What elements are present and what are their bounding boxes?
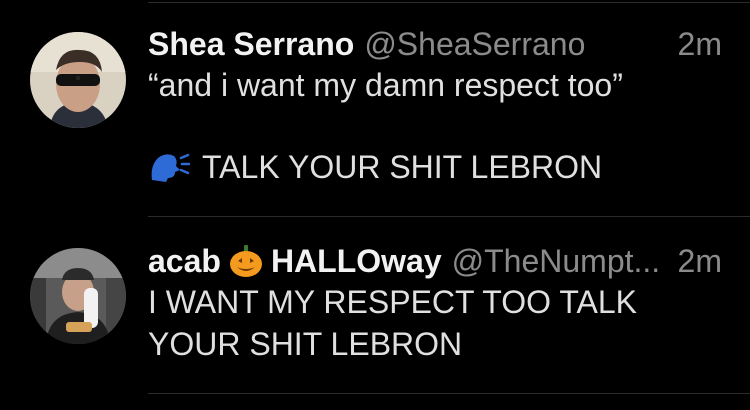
display-name-part-2: HALLOway (270, 243, 442, 279)
avatar-acab-halloway (30, 248, 126, 344)
tweet-text-line-1: I WANT MY RESPECT TOO TALK (148, 284, 638, 320)
tweet-text-line-2-text: TALK YOUR SHIT LEBRON (202, 149, 603, 185)
tweet-2[interactable]: acab HALLOway @TheNumpt... 2m I WANT MY … (0, 217, 750, 393)
timestamp: 2m (677, 243, 722, 279)
bottom-divider (148, 393, 750, 394)
tweet-text-line-1: “and i want my damn respect too” (148, 67, 623, 103)
avatar-shea-serrano (30, 32, 126, 128)
tweet-1[interactable]: Shea Serrano @SheaSerrano 2m “and i want… (0, 0, 750, 216)
tweet-header: Shea Serrano @SheaSerrano 2m (148, 24, 722, 64)
tweet-header: acab HALLOway @TheNumpt... 2m (148, 241, 722, 281)
tweet-text-line-2: YOUR SHIT LEBRON (148, 326, 463, 362)
speaking-head-icon (148, 150, 191, 194)
avatar[interactable] (30, 248, 126, 344)
user-handle[interactable]: @TheNumpt... (452, 241, 668, 281)
timestamp: 2m (677, 26, 722, 62)
tweet-text-line-2: TALK YOUR SHIT LEBRON (148, 146, 722, 194)
avatar[interactable] (30, 32, 126, 128)
user-handle[interactable]: @SheaSerrano (364, 24, 667, 64)
display-name[interactable]: Shea Serrano (148, 24, 354, 64)
display-name-part-1: acab (148, 243, 221, 279)
